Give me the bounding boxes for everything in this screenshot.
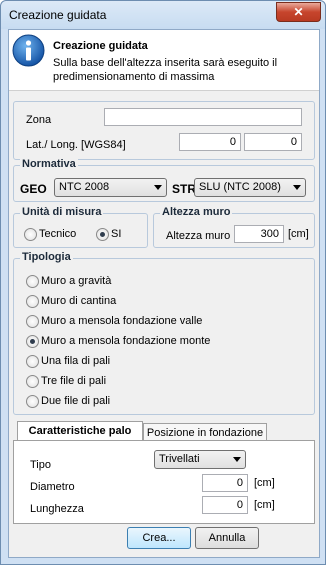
location-group: Zona Lat./ Long. [WGS84] 0 0 xyxy=(13,101,315,160)
header-panel: Creazione guidata Sulla base dell'altezz… xyxy=(9,30,319,91)
str-label: STR xyxy=(172,182,196,196)
tipologia-group: Tipologia Muro a gravità Muro di cantina… xyxy=(13,251,315,415)
altezza-input[interactable]: 300 xyxy=(234,225,284,243)
latitude-input[interactable]: 0 xyxy=(179,133,241,151)
tipologia-radio-cantina[interactable] xyxy=(26,295,39,308)
units-radio-si[interactable] xyxy=(96,228,109,241)
chevron-down-icon xyxy=(154,185,162,190)
tipo-label: Tipo xyxy=(30,459,51,471)
altezza-group: Altezza muro Altezza muro 300 [cm] xyxy=(153,206,315,248)
header-description: Sulla base dell'altezza inserita sarà es… xyxy=(53,57,278,83)
altezza-label: Altezza muro xyxy=(166,230,231,242)
tipologia-label-una-fila: Una fila di pali xyxy=(41,355,111,367)
str-select-value: SLU (NTC 2008) xyxy=(199,181,281,193)
tipologia-label-cantina: Muro di cantina xyxy=(41,295,117,307)
tipologia-label-gravita: Muro a gravità xyxy=(41,275,112,287)
units-label-tecnico: Tecnico xyxy=(39,228,77,240)
diametro-label: Diametro xyxy=(30,481,75,493)
tipologia-title: Tipologia xyxy=(20,251,73,263)
tipologia-radio-mensola-valle[interactable] xyxy=(26,315,39,328)
dialog-body: Creazione guidata Sulla base dell'altezz… xyxy=(8,29,320,558)
tipo-select[interactable]: Trivellati xyxy=(154,450,246,469)
lunghezza-label: Lunghezza xyxy=(30,503,84,515)
geo-label: GEO xyxy=(20,182,47,196)
tipologia-radio-una-fila[interactable] xyxy=(26,355,39,368)
info-icon xyxy=(12,34,45,67)
normativa-title: Normativa xyxy=(20,158,78,170)
cancel-button[interactable]: Annulla xyxy=(195,527,259,549)
normativa-group: Normativa GEO NTC 2008 STR SLU (NTC 2008… xyxy=(13,158,315,202)
altezza-title: Altezza muro xyxy=(160,206,233,218)
tipologia-label-due-file: Due file di pali xyxy=(41,395,111,407)
lunghezza-input[interactable]: 0 xyxy=(202,496,248,514)
tab-caratteristiche-palo[interactable]: Caratteristiche palo xyxy=(17,421,143,441)
dialog-window: Creazione guidata ✕ Creazione guidata Su… xyxy=(0,0,326,565)
close-icon: ✕ xyxy=(293,5,304,19)
chevron-down-icon xyxy=(293,185,301,190)
tipo-select-value: Trivellati xyxy=(159,453,200,465)
units-radio-tecnico[interactable] xyxy=(24,228,37,241)
header-title: Creazione guidata xyxy=(53,40,148,52)
tipologia-label-mensola-monte: Muro a mensola fondazione monte xyxy=(41,335,211,347)
altezza-unit: [cm] xyxy=(288,228,309,240)
geo-select[interactable]: NTC 2008 xyxy=(54,178,167,197)
latlong-label: Lat./ Long. [WGS84] xyxy=(26,139,126,151)
tipologia-label-tre-file: Tre file di pali xyxy=(41,375,107,387)
tipologia-radio-mensola-monte[interactable] xyxy=(26,335,39,348)
geo-select-value: NTC 2008 xyxy=(59,181,110,193)
tipologia-label-mensola-valle: Muro a mensola fondazione valle xyxy=(41,315,203,327)
tipologia-radio-due-file[interactable] xyxy=(26,395,39,408)
str-select[interactable]: SLU (NTC 2008) xyxy=(194,178,306,197)
lunghezza-unit: [cm] xyxy=(254,499,275,511)
units-title: Unità di misura xyxy=(20,206,104,218)
diametro-unit: [cm] xyxy=(254,477,275,489)
zona-label: Zona xyxy=(26,114,52,126)
tab-panel: Tipo Trivellati Diametro 0 [cm] Lunghezz… xyxy=(13,440,315,524)
tipologia-radio-gravita[interactable] xyxy=(26,275,39,288)
zona-input[interactable] xyxy=(104,108,302,126)
title-bar[interactable]: Creazione guidata ✕ xyxy=(1,1,325,29)
diametro-input[interactable]: 0 xyxy=(202,474,248,492)
tab-posizione-fondazione[interactable]: Posizione in fondazione xyxy=(143,423,267,441)
longitude-input[interactable]: 0 xyxy=(244,133,302,151)
tipologia-radio-tre-file[interactable] xyxy=(26,375,39,388)
create-button[interactable]: Crea... xyxy=(127,527,191,549)
units-group: Unità di misura Tecnico SI xyxy=(13,206,148,248)
units-label-si: SI xyxy=(111,228,122,240)
close-button[interactable]: ✕ xyxy=(276,2,321,22)
chevron-down-icon xyxy=(233,457,241,462)
window-title: Creazione guidata xyxy=(9,8,107,22)
